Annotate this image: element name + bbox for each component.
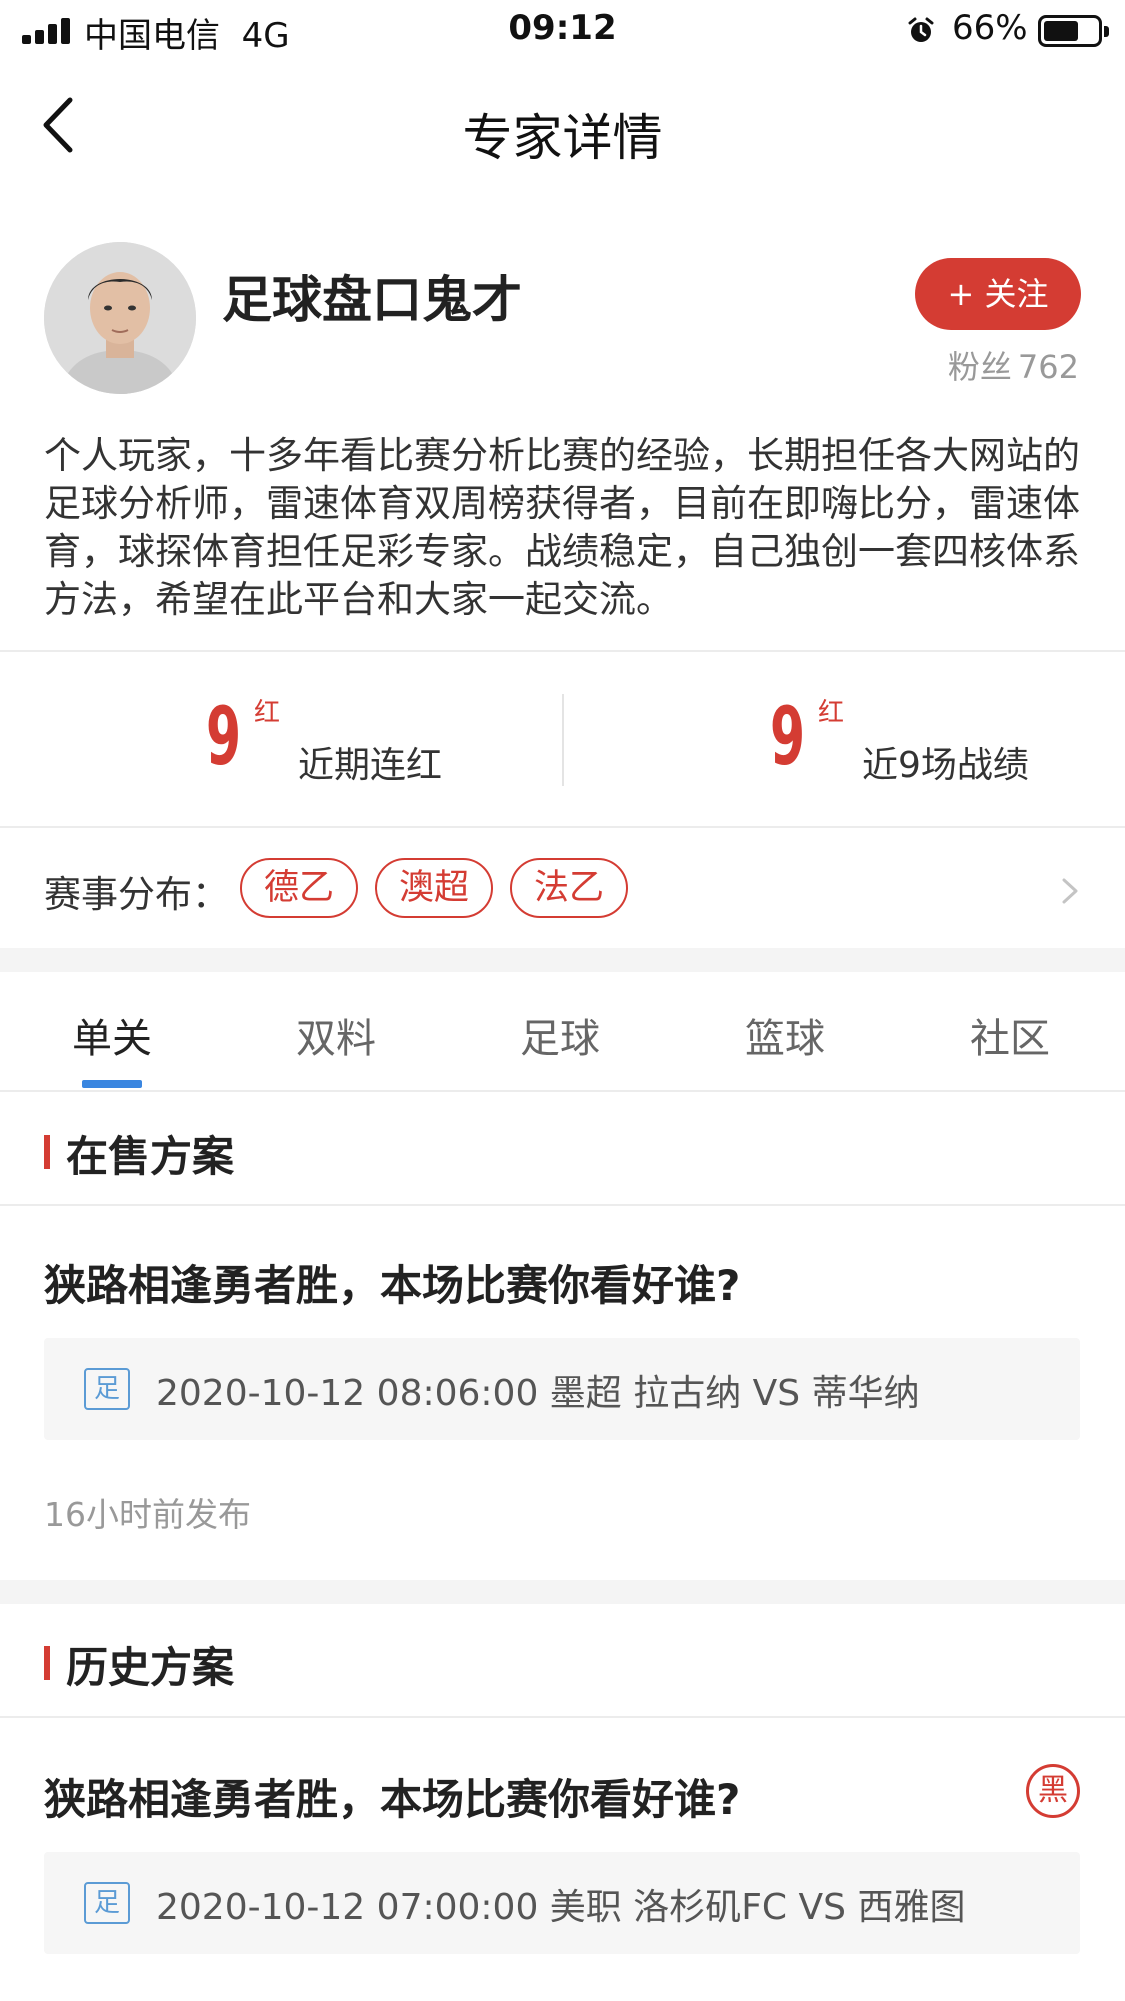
section-title: 历史方案 xyxy=(66,1643,235,1692)
divider xyxy=(0,1090,1125,1092)
plan-title[interactable]: 狭路相逢勇者胜，本场比赛你看好谁? xyxy=(44,1766,740,1827)
divider xyxy=(0,650,1125,652)
avatar-image xyxy=(44,242,196,394)
match-info: 2020-10-12 07:00:00 美职 洛杉矶FC VS 西雅图 xyxy=(156,1887,966,1928)
tab-community[interactable]: 社区 xyxy=(920,1006,1100,1064)
page-title: 专家详情 xyxy=(462,109,663,167)
plan-title[interactable]: 狭路相逢勇者胜，本场比赛你看好谁? xyxy=(44,1252,740,1313)
fans-label: 粉丝 xyxy=(947,348,1012,386)
stat-record-value: 9 xyxy=(770,690,806,783)
fans-count: 粉丝 762 xyxy=(942,342,1079,388)
publish-time: 16小时前发布 xyxy=(44,1495,251,1534)
league-distribution-row[interactable]: 赛事分布： 德乙 澳超 法乙 xyxy=(0,830,1125,950)
match-info-box[interactable]: 足 2020-10-12 07:00:00 美职 洛杉矶FC VS 西雅图 xyxy=(44,1852,1080,1954)
section-title: 在售方案 xyxy=(66,1132,235,1181)
stat-streak-value: 9 xyxy=(206,690,242,783)
sport-tag: 足 xyxy=(84,1368,130,1410)
expert-avatar[interactable] xyxy=(44,242,196,394)
nav-bar: 专家详情 xyxy=(0,60,1125,190)
result-badge: 黑 xyxy=(1026,1764,1080,1818)
on-sale-section-header: 在售方案 xyxy=(0,1095,1125,1205)
fans-number: 762 xyxy=(1017,348,1079,386)
expert-bio: 个人玩家，十多年看比赛分析比赛的经验，长期担任各大网站的足球分析师，雷速体育双周… xyxy=(44,434,1080,621)
league-tag[interactable]: 澳超 xyxy=(375,858,493,918)
stat-streak-unit: 红 xyxy=(254,698,281,728)
league-tag[interactable]: 法乙 xyxy=(510,858,628,918)
match-info-box[interactable]: 足 2020-10-12 08:06:00 墨超 拉古纳 VS 蒂华纳 xyxy=(44,1338,1080,1440)
stat-streak-label: 近期连红 xyxy=(298,745,443,786)
tab-basketball[interactable]: 篮球 xyxy=(695,1006,875,1064)
sport-tag: 足 xyxy=(84,1882,130,1924)
stat-record-label: 近9场战绩 xyxy=(862,745,1029,786)
stat-record-unit: 红 xyxy=(818,698,845,728)
tab-indicator xyxy=(82,1080,142,1088)
alarm-icon xyxy=(908,17,934,42)
divider xyxy=(0,1716,1125,1718)
follow-button[interactable]: + 关注 xyxy=(915,258,1081,330)
section-gap xyxy=(0,948,1125,972)
league-label: 赛事分布： xyxy=(44,873,229,916)
expert-name: 足球盘口鬼才 xyxy=(222,271,522,329)
section-marker xyxy=(44,1135,50,1169)
league-tag[interactable]: 德乙 xyxy=(240,858,358,918)
section-gap xyxy=(0,1580,1125,1604)
section-marker xyxy=(44,1646,50,1680)
divider xyxy=(0,1204,1125,1206)
battery-percent: 66% xyxy=(952,8,1028,48)
stat-separator xyxy=(562,694,564,786)
battery-icon xyxy=(1038,15,1109,47)
chevron-right-icon[interactable] xyxy=(1058,874,1082,908)
status-bar: 中国电信 4G 09:12 66% xyxy=(0,0,1125,60)
history-section-header: 历史方案 xyxy=(0,1606,1125,1716)
divider xyxy=(0,826,1125,828)
tab-football[interactable]: 足球 xyxy=(470,1006,650,1064)
match-info: 2020-10-12 08:06:00 墨超 拉古纳 VS 蒂华纳 xyxy=(156,1373,920,1414)
category-tabs: 单关 双料 足球 篮球 社区 xyxy=(0,970,1125,1090)
tab-double[interactable]: 双料 xyxy=(246,1006,426,1064)
tab-single[interactable]: 单关 xyxy=(22,1006,202,1064)
